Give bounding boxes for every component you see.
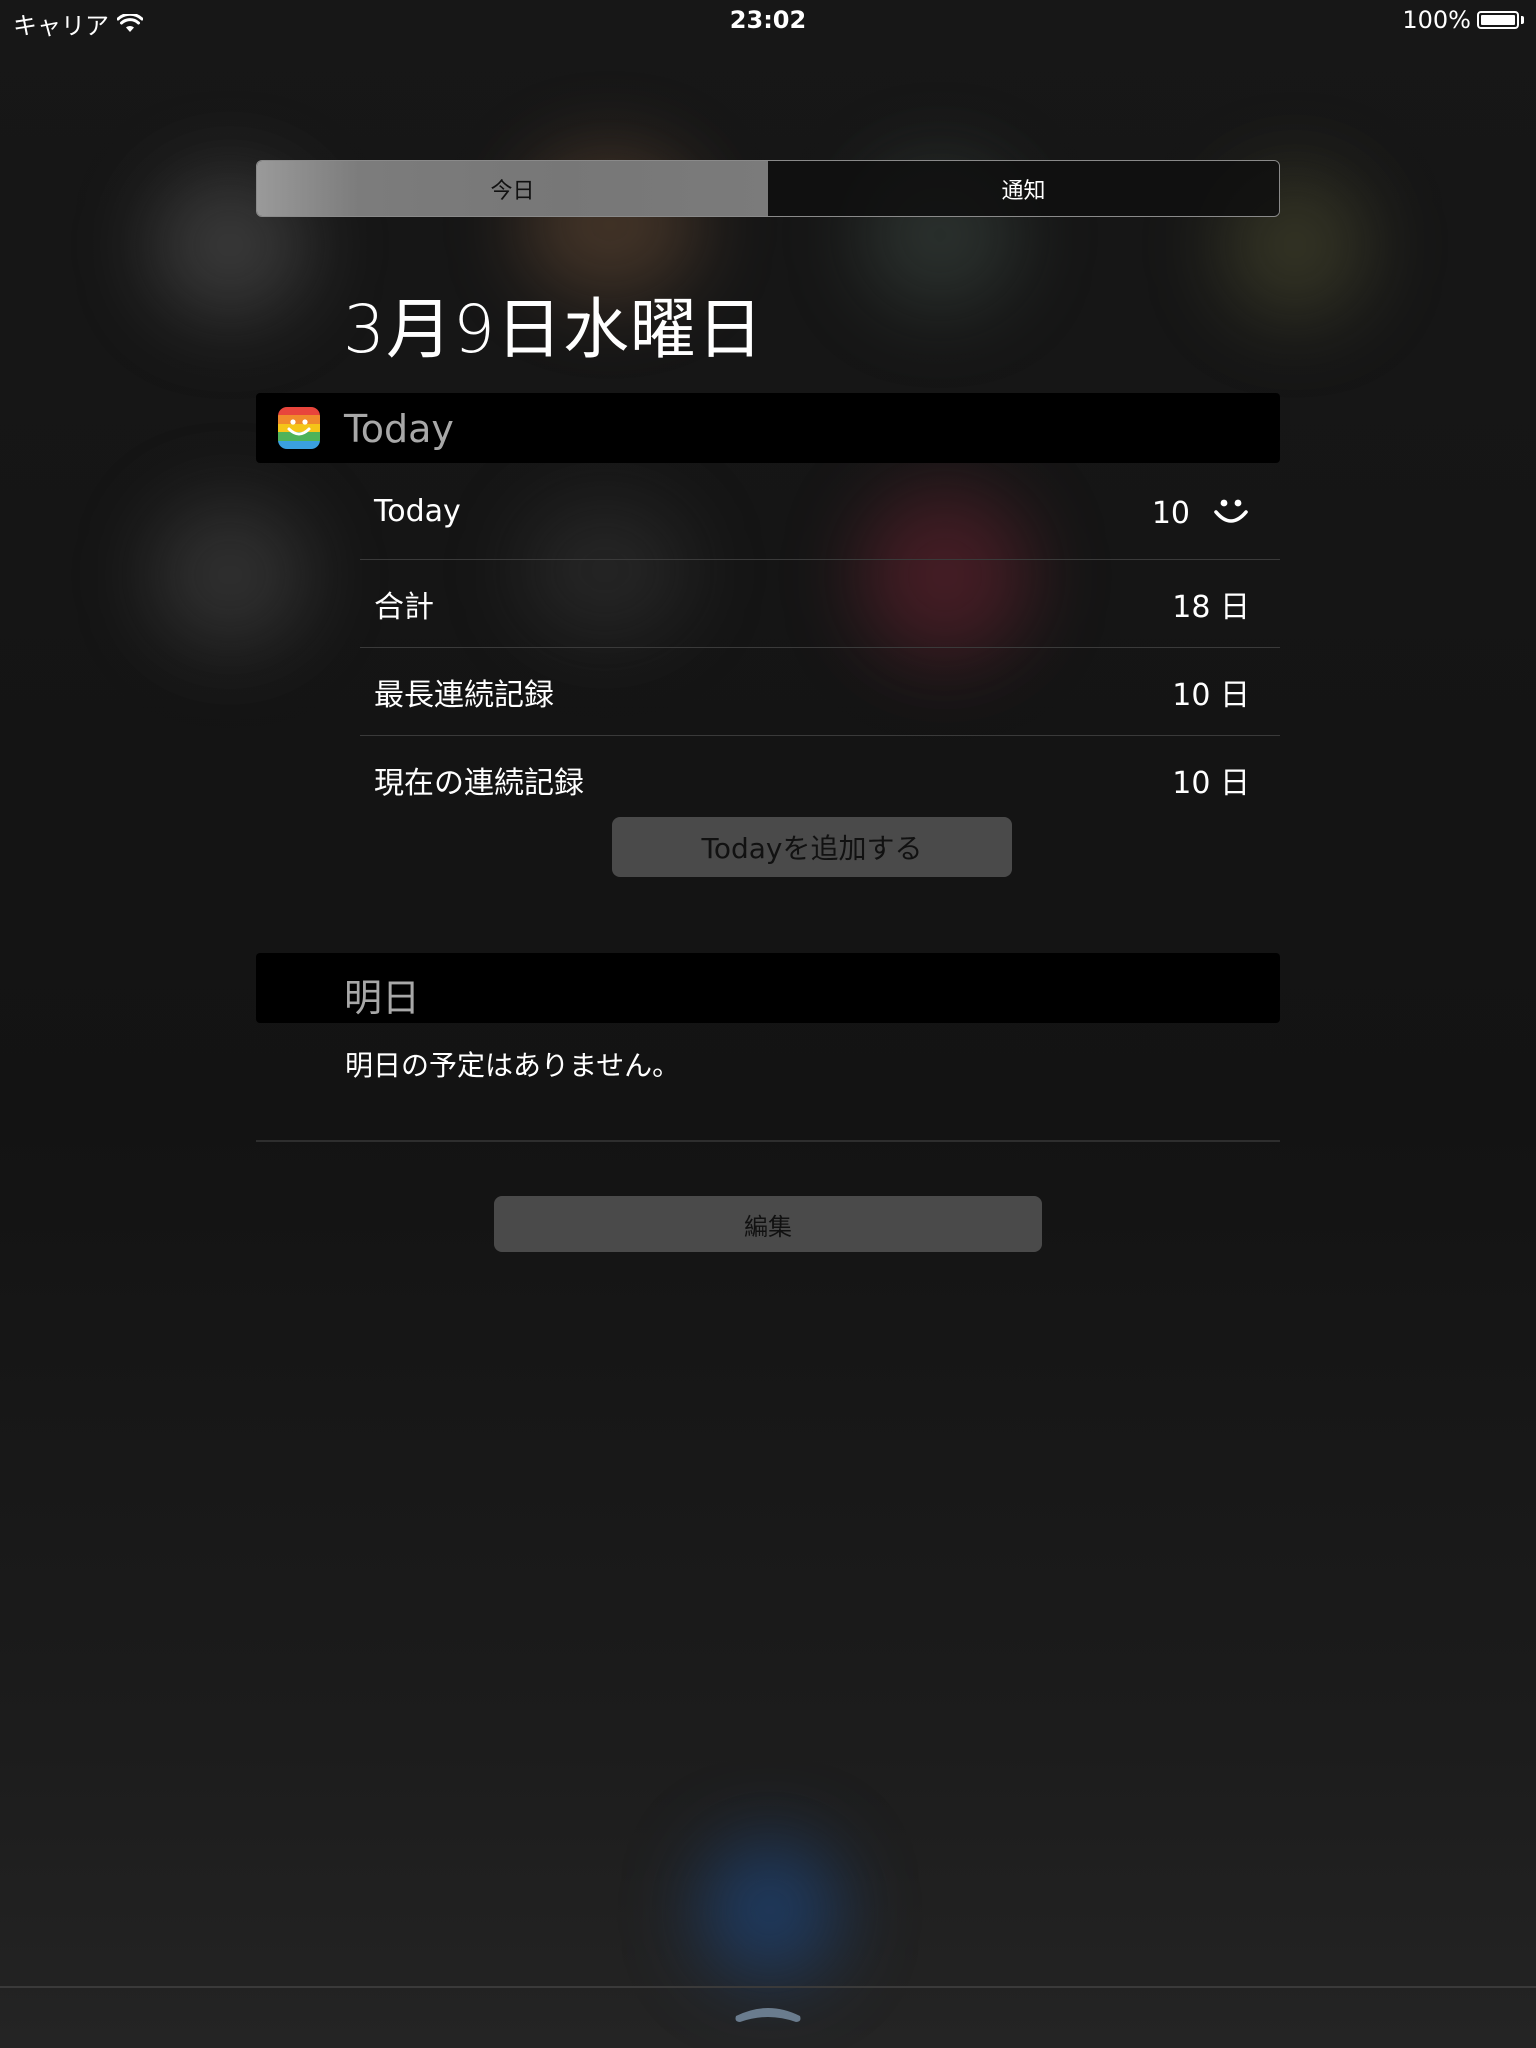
battery-tip [1521, 16, 1524, 24]
clock: 23:02 [729, 6, 807, 34]
battery-icon [1477, 11, 1519, 29]
view-segmented-control: 今日 通知 [256, 160, 1280, 217]
tomorrow-widget-title: 明日 [344, 976, 421, 1020]
stat-value-text: 10 [1151, 495, 1190, 531]
date-title: 3月9日水曜日 [343, 291, 764, 368]
status-bar: キャリア 23:02 100% [0, 0, 1536, 40]
stat-value: 10 [1152, 494, 1250, 532]
stat-row-total: 合計 18 日 [360, 560, 1280, 648]
battery-group: 100% [1402, 6, 1524, 34]
stat-row-today: Today 10 [360, 472, 1280, 560]
stat-label: Today [374, 494, 461, 529]
stat-value: 10 日 [1172, 766, 1250, 801]
today-stats-list: Today 10 合計 18 日 最長連続記録 10 日 現在の連続記録 10 … [360, 472, 1280, 824]
blurred-background-blob [150, 500, 310, 650]
stat-value: 10 日 [1172, 678, 1250, 713]
stat-label: 現在の連続記録 [374, 766, 584, 801]
notification-center: キャリア 23:02 100% 今日 通知 3月9日水曜日 Today Toda… [0, 0, 1536, 2048]
stat-row-current-streak: 現在の連続記録 10 日 [360, 736, 1280, 824]
stat-label: 合計 [374, 590, 434, 625]
tomorrow-widget-header[interactable]: 明日 [256, 953, 1280, 1023]
tab-notifications[interactable]: 通知 [768, 161, 1279, 216]
today-widget-header[interactable]: Today [256, 393, 1280, 463]
rainbow-smile-app-icon [278, 407, 320, 449]
smile-icon [1214, 499, 1248, 523]
tab-today[interactable]: 今日 [257, 161, 768, 216]
chevron-up-grabber-icon[interactable] [730, 2000, 806, 2026]
battery-fill [1481, 15, 1515, 25]
edit-button[interactable]: 編集 [494, 1196, 1042, 1252]
add-today-button[interactable]: Todayを追加する [612, 817, 1012, 877]
blurred-background-blob [700, 1840, 840, 1980]
stat-label: 最長連続記録 [374, 678, 554, 713]
stat-value: 18 日 [1172, 590, 1250, 625]
battery-percent: 100% [1402, 6, 1471, 34]
stat-row-longest-streak: 最長連続記録 10 日 [360, 648, 1280, 736]
bottom-divider [0, 1986, 1536, 1988]
today-widget-title: Today [344, 407, 454, 451]
tomorrow-empty-message: 明日の予定はありません。 [345, 1049, 681, 1082]
section-divider [256, 1140, 1280, 1142]
